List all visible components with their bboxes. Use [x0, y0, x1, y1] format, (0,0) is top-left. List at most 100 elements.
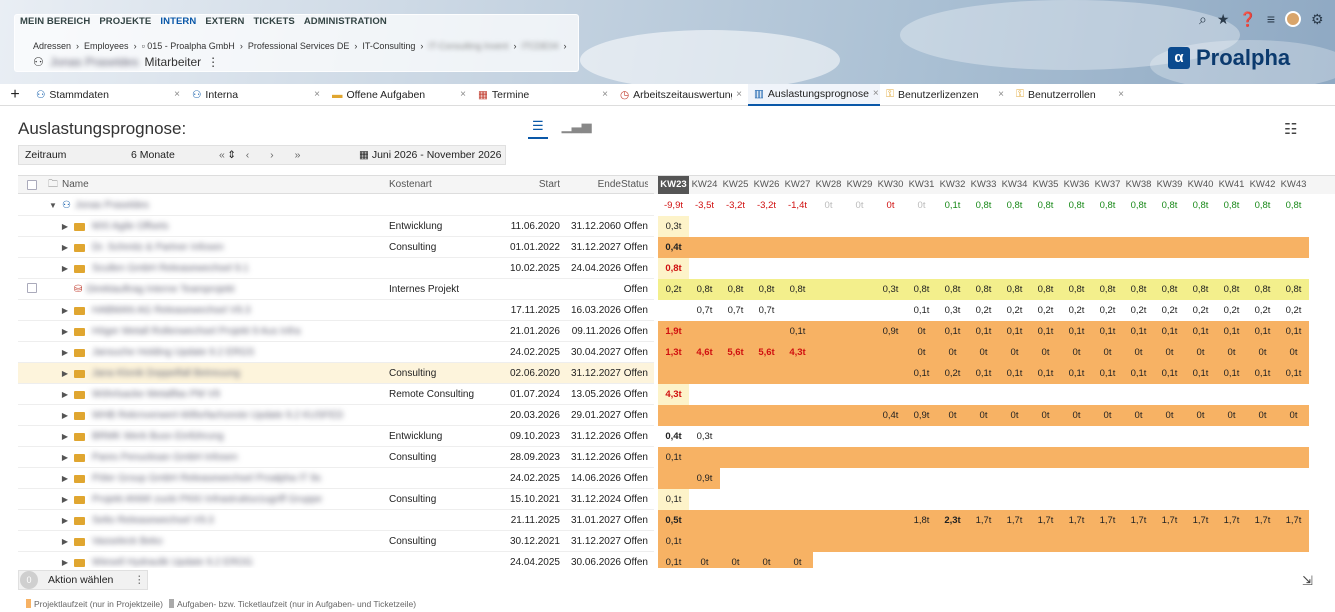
table-row[interactable]: ▶ MXI Agile Offsets Entwicklung 11.06.2020 3…: [18, 216, 1335, 237]
row-name[interactable]: ▶ HABMAN AG Releasewechsel V9.3: [48, 300, 388, 321]
expand-icon[interactable]: ▶: [60, 384, 70, 405]
table-row[interactable]: ▶ Vasseleck Beko Consulting 30.12.2021 31.12…: [18, 531, 1335, 552]
table-row[interactable]: ▶ Wöhrlsacke Metallfas PM V9 Remote Consul…: [18, 384, 1335, 405]
table-row[interactable]: ▶ Dr. Schmitz & Partner Infosen Consulting…: [18, 237, 1335, 258]
tab-stammdaten[interactable]: ⚇ Stammdaten ×: [30, 84, 186, 106]
nav-extern[interactable]: EXTERN: [205, 16, 244, 27]
row-name[interactable]: ▶ Scullen GmbH Releasewechsel 9.1: [48, 258, 388, 279]
expand-icon[interactable]: ▶: [60, 489, 70, 510]
table-row[interactable]: ▶ HABMAN AG Releasewechsel V9.3 17.11.2025…: [18, 300, 1335, 321]
breadcrumb-adressen[interactable]: Adressen: [33, 41, 71, 51]
col-ende[interactable]: Ende: [561, 176, 621, 194]
col-status[interactable]: Status: [621, 176, 648, 194]
action-select[interactable]: Aktion wählen: [48, 574, 113, 586]
col-name[interactable]: 🗀 Name: [48, 176, 388, 194]
row-checkbox[interactable]: [27, 283, 37, 293]
table-row[interactable]: ▶ Pares Penucksan GmbH Infosen Consulting 2…: [18, 447, 1335, 468]
select-all-checkbox[interactable]: [27, 180, 37, 190]
nav-intern[interactable]: INTERN: [160, 16, 196, 27]
expand-icon[interactable]: ▶: [60, 363, 70, 384]
table-row[interactable]: ▶ Wiesell Hydraulik Update 9.2 EROG 24.04.…: [18, 552, 1335, 568]
col-start[interactable]: Start: [500, 176, 560, 194]
table-row[interactable]: ▶ Pöler Group GmbH Releasewechsel Proalph…: [18, 468, 1335, 489]
export-icon[interactable]: ⇲: [1302, 573, 1313, 589]
nav-projekte[interactable]: PROJEKTE: [99, 16, 151, 27]
row-name[interactable]: ▶ Pares Penucksan GmbH Infosen: [48, 447, 388, 468]
table-row[interactable]: ▶ WHB Rekrnverwert-Willsrfachzeste Update…: [18, 405, 1335, 426]
breadcrumb-blurred-2[interactable]: ITCDE04: [521, 41, 558, 51]
action-more-icon[interactable]: ⋮: [134, 574, 145, 586]
close-icon[interactable]: ×: [998, 89, 1004, 100]
expand-icon[interactable]: ▶: [60, 552, 70, 568]
period-nav-buttons[interactable]: « ‹ › »: [219, 149, 309, 161]
column-settings-icon[interactable]: ☷: [1284, 120, 1297, 138]
row-name[interactable]: ▶ Pöler Group GmbH Releasewechsel Proalph…: [48, 468, 388, 489]
tab-auslastungsprognose[interactable]: ▥ Auslastungsprognose ×: [748, 83, 880, 106]
star-icon[interactable]: ★: [1217, 11, 1230, 28]
tab-offene-aufgaben[interactable]: ▬ Offene Aufgaben ×: [326, 84, 472, 106]
nav-mein-bereich[interactable]: MEIN BEREICH: [20, 16, 90, 27]
employee-more-icon[interactable]: ⋮: [207, 55, 219, 69]
date-range[interactable]: ▦ Juni 2026 - November 2026: [359, 149, 501, 161]
search-icon[interactable]: ⌕: [1199, 11, 1207, 28]
expand-icon[interactable]: ▶: [60, 216, 70, 237]
nav-administration[interactable]: ADMINISTRATION: [304, 16, 387, 27]
table-row[interactable]: ▶ Jansuche Holding Update 9.2 ERGS 24.02.2…: [18, 342, 1335, 363]
row-name[interactable]: ▶ MXI Agile Offsets: [48, 216, 388, 237]
row-name[interactable]: ▶ Selto Releasewechsel V9.3: [48, 510, 388, 531]
tab-interna[interactable]: ⚇ Interna ×: [186, 84, 326, 106]
expand-icon[interactable]: ▶: [60, 258, 70, 279]
tab-arbeitszeitauswertung[interactable]: ◷ Arbeitszeitauswertung ×: [614, 84, 748, 106]
close-icon[interactable]: ×: [736, 89, 742, 100]
tab-termine[interactable]: ▦ Termine ×: [472, 84, 614, 106]
add-tab-button[interactable]: +: [0, 84, 30, 106]
expand-icon[interactable]: ▶: [60, 468, 70, 489]
expand-icon[interactable]: ▶: [60, 321, 70, 342]
row-name[interactable]: ▶ Jana Klonik Doppelfall Betreuung: [48, 363, 388, 384]
table-row[interactable]: ▶ Projekt ANWI zucki PKKI Infrastrukturzu…: [18, 489, 1335, 510]
row-name[interactable]: ▶ WHB Rekrnverwert-Willsrfachzeste Update…: [48, 405, 388, 426]
expand-icon[interactable]: ▶: [60, 405, 70, 426]
row-name[interactable]: ⛁ Direktauftrag Interne Teamprojekt: [48, 279, 388, 300]
expand-icon[interactable]: ▶: [60, 342, 70, 363]
expand-icon[interactable]: ▶: [60, 237, 70, 258]
table-row[interactable]: ▶ Selto Releasewechsel V9.3 21.11.2025 31.0…: [18, 510, 1335, 531]
close-icon[interactable]: ×: [1118, 89, 1124, 100]
expand-icon[interactable]: ▶: [60, 426, 70, 447]
close-icon[interactable]: ×: [460, 89, 466, 100]
breadcrumb-ps-de[interactable]: Professional Services DE: [248, 41, 350, 51]
tab-benutzerrollen[interactable]: ⚿ Benutzerrollen ×: [1010, 84, 1130, 106]
row-name[interactable]: ▶ Projekt ANWI zucki PKKI Infrastrukturzu…: [48, 489, 388, 510]
breadcrumb-blurred-1[interactable]: IT-Consulting Invent: [428, 41, 508, 51]
row-name[interactable]: ▶ Wiesell Hydraulik Update 9.2 EROG: [48, 552, 388, 568]
col-kostenart[interactable]: Kostenart: [389, 176, 499, 194]
row-name[interactable]: ▶ BRMK Werk Busn Einführung: [48, 426, 388, 447]
help-icon[interactable]: ❓: [1239, 11, 1256, 28]
breadcrumb-employees[interactable]: Employees: [84, 41, 129, 51]
expand-icon[interactable]: ▶: [60, 510, 70, 531]
close-icon[interactable]: ×: [602, 89, 608, 100]
row-name[interactable]: ▶ Vasseleck Beko: [48, 531, 388, 552]
gear-icon[interactable]: ⚙: [1311, 11, 1324, 28]
table-row[interactable]: ⛁ Direktauftrag Interne Teamprojekt Intern…: [18, 279, 1335, 300]
tree-view-icon[interactable]: ☰: [528, 118, 548, 139]
row-name[interactable]: ▶ Höger Metall Rollenwechsel Projekt 9 Au…: [48, 321, 388, 342]
close-icon[interactable]: ×: [873, 88, 879, 99]
expand-icon[interactable]: ▶: [60, 531, 70, 552]
breadcrumb-it-consulting[interactable]: IT-Consulting: [362, 41, 415, 51]
expand-icon[interactable]: ▶: [60, 447, 70, 468]
row-name[interactable]: ▶ Dr. Schmitz & Partner Infosen: [48, 237, 388, 258]
table-row[interactable]: ▼ ⚇ Jonas Praseldes -9,9t -3,5t -3,2t -3,2t -1,…: [18, 195, 1335, 216]
row-name[interactable]: ▶ Jansuche Holding Update 9.2 ERGS: [48, 342, 388, 363]
tab-benutzerlizenzen[interactable]: ⚿ Benutzerlizenzen ×: [880, 84, 1010, 106]
breadcrumb-company[interactable]: ▫ 015 - Proalpha GmbH: [142, 41, 235, 51]
table-row[interactable]: ▶ Höger Metall Rollenwechsel Projekt 9 Au…: [18, 321, 1335, 342]
expand-icon[interactable]: ▶: [60, 300, 70, 321]
chart-view-icon[interactable]: ▁▃▅: [558, 118, 596, 139]
row-name[interactable]: ▼ ⚇ Jonas Praseldes: [48, 195, 388, 216]
table-row[interactable]: ▶ Jana Klonik Doppelfall Betreuung Consult…: [18, 363, 1335, 384]
close-icon[interactable]: ×: [174, 89, 180, 100]
avatar[interactable]: [1285, 11, 1302, 27]
row-name[interactable]: ▶ Wöhrlsacke Metallfas PM V9: [48, 384, 388, 405]
close-icon[interactable]: ×: [314, 89, 320, 100]
